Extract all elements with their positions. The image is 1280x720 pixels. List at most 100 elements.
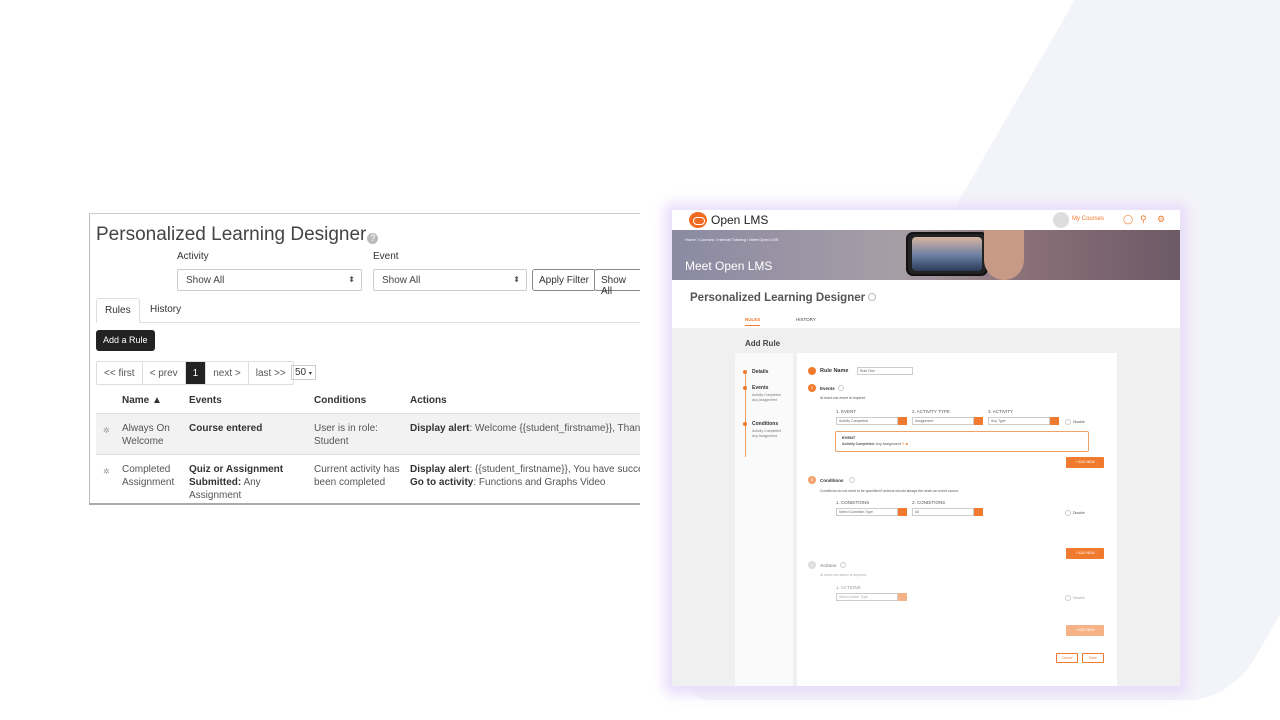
add-action-button[interactable]: + ADD NEW <box>1066 625 1104 636</box>
openlms-logo-icon[interactable] <box>689 212 707 228</box>
step-conditions-summary: Activity Completed Any Assignment <box>752 429 781 438</box>
column-conditions: Conditions <box>314 395 367 406</box>
apply-filter-button[interactable]: Apply Filter <box>532 269 597 291</box>
tab-history[interactable]: History <box>142 298 189 323</box>
disable-checkbox[interactable] <box>1065 419 1071 425</box>
step-conditions[interactable]: Conditions <box>752 421 778 427</box>
event-filter-label: Event <box>373 251 399 262</box>
activity-col-label: 3. ACTIVITY <box>988 409 1014 414</box>
action-type-select[interactable]: Select Action Type <box>836 593 898 601</box>
help-icon[interactable] <box>838 385 844 391</box>
save-button[interactable]: Save <box>1082 653 1104 663</box>
page-title: Personalized Learning Designer <box>690 292 877 304</box>
tab-bar: Rules History <box>96 298 640 323</box>
chevron-down-icon[interactable] <box>974 417 983 425</box>
avatar[interactable] <box>1053 212 1069 228</box>
trash-icon[interactable]: ■ <box>906 442 908 446</box>
tab-history[interactable]: HISTORY <box>796 317 816 322</box>
my-courses-link[interactable]: My Courses <box>1072 216 1104 222</box>
gear-icon[interactable]: ⚙ <box>1157 214 1165 225</box>
disable-label: Disable <box>1073 596 1085 600</box>
step-marker: 3 <box>808 476 816 484</box>
page-next-link[interactable]: next > <box>206 362 249 384</box>
table-row[interactable]: ✲ Completed Assignment Quiz or Assignment… <box>96 454 640 503</box>
page-prev-link[interactable]: < prev <box>143 362 186 384</box>
events-title: Events <box>820 386 835 391</box>
help-icon[interactable] <box>868 293 877 301</box>
page-last-link[interactable]: last >> <box>249 362 293 384</box>
page-title: Personalized Learning Designer? <box>96 224 379 246</box>
show-all-button[interactable]: Show All <box>594 269 640 297</box>
pagination: << first < prev 1 next > last >> <box>96 361 294 385</box>
search-icon[interactable]: ⚲ <box>1140 214 1147 225</box>
conditions-col2-label: 2. CONDITIONS <box>912 500 946 505</box>
activity-type-col-label: 2. ACTIVITY TYPE <box>912 409 950 414</box>
table-row[interactable]: ✲ Always On Welcome Course entered User i… <box>96 413 640 454</box>
tab-rules[interactable]: Rules <box>96 298 140 323</box>
disable-checkbox[interactable] <box>1065 595 1071 601</box>
chevron-down-icon[interactable] <box>974 508 983 516</box>
brand-name[interactable]: Open LMS <box>711 213 768 227</box>
page-first-link[interactable]: << first <box>97 362 143 384</box>
actions-title: Actions <box>820 563 837 568</box>
add-event-button[interactable]: + ADD NEW <box>1066 457 1104 468</box>
cancel-button[interactable]: Cancel <box>1056 653 1078 663</box>
steps-line <box>745 372 746 457</box>
legacy-pld-screenshot: Personalized Learning Designer? Activity… <box>89 213 640 505</box>
chevron-down-icon[interactable] <box>898 417 907 425</box>
activity-select[interactable]: Any Type <box>988 417 1050 425</box>
page-header: Personalized Learning Designer RULES HIS… <box>672 280 1180 328</box>
rule-event: Course entered <box>189 423 263 434</box>
openlms-pld-screenshot: Open LMS My Courses ◯ ⚲ ⚙ Home / Courses… <box>672 210 1180 686</box>
disable-checkbox[interactable] <box>1065 510 1071 516</box>
course-hero-banner: Home / Courses / Internal Training / Mee… <box>672 230 1180 280</box>
condition-type-select[interactable]: Select Condition Type <box>836 508 898 516</box>
rule-condition: Current activity has been completed <box>314 464 400 488</box>
select-arrow-icon: ⬍ <box>348 275 355 284</box>
event-filter-select[interactable]: Show All ⬍ <box>373 269 527 291</box>
conditions-col1-label: 1. CONDITIONS <box>836 500 870 505</box>
activity-filter-select[interactable]: Show All ⬍ <box>177 269 362 291</box>
chevron-down-icon[interactable] <box>1050 417 1059 425</box>
event-select[interactable]: Activity Completed <box>836 417 898 425</box>
gear-icon[interactable]: ✲ <box>103 426 110 435</box>
chevron-down-icon[interactable] <box>898 508 907 516</box>
rule-action: Display alert: {{student_firstname}}, Yo… <box>410 464 640 488</box>
event-box-title: EVENT <box>842 435 856 440</box>
per-page-select[interactable]: 50 ▾ <box>291 365 316 380</box>
add-rule-heading: Add Rule <box>745 339 781 348</box>
step-marker: 4 <box>808 561 816 569</box>
activity-type-select[interactable]: Assignment <box>912 417 974 425</box>
disable-label: Disable <box>1073 420 1085 424</box>
step-dot <box>743 370 747 374</box>
event-col-label: 1. EVENT <box>836 409 857 414</box>
breadcrumb[interactable]: Home / Courses / Internal Training / Mee… <box>685 237 778 242</box>
chevron-down-icon[interactable] <box>898 593 907 601</box>
gear-icon[interactable]: ✲ <box>103 467 110 476</box>
add-condition-button[interactable]: + ADD NEW <box>1066 548 1104 559</box>
column-events: Events <box>189 395 222 406</box>
condition-value-select[interactable]: All <box>912 508 974 516</box>
chat-icon[interactable]: ◯ <box>1123 214 1133 225</box>
help-icon[interactable] <box>849 477 855 483</box>
step-events-summary: Activity Completed Any Assignment <box>752 393 781 402</box>
hand-image <box>984 230 1024 280</box>
conditions-title: Conditions <box>820 478 844 483</box>
step-details[interactable]: Details <box>752 369 768 375</box>
help-icon[interactable]: ? <box>367 233 379 244</box>
rule-event: Quiz or Assignment Submitted: Any Assignme… <box>189 464 284 501</box>
edit-icon[interactable]: ✎ <box>902 442 905 446</box>
select-arrow-icon: ⬍ <box>513 275 520 284</box>
step-events[interactable]: Events <box>752 385 768 391</box>
rule-name-input[interactable]: Rule One <box>857 367 913 375</box>
events-note: At least one event is required <box>820 396 866 400</box>
tab-rules[interactable]: RULES <box>745 317 761 326</box>
phone-image <box>906 232 988 276</box>
disable-label: Disable <box>1073 511 1085 515</box>
column-name[interactable]: Name ▲ <box>122 395 162 406</box>
rule-name-label: Rule Name <box>820 368 849 374</box>
add-rule-button[interactable]: Add a Rule <box>96 330 155 351</box>
rule-name: Always On Welcome <box>122 423 170 447</box>
page-current[interactable]: 1 <box>185 362 207 384</box>
help-icon[interactable] <box>840 562 846 568</box>
